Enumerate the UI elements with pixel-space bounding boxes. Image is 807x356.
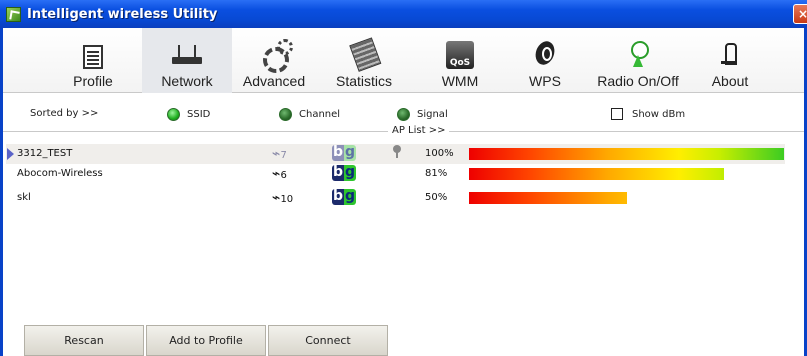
ap-signal-percent: 50%	[425, 192, 448, 203]
mode-b-icon: b	[332, 144, 344, 161]
ap-channel: ⌁6	[272, 166, 287, 182]
ap-ssid: skl	[17, 192, 31, 203]
radio-icon	[623, 39, 653, 69]
ap-channel: ⌁10	[272, 190, 293, 206]
ap-ssid: Abocom-Wireless	[17, 168, 103, 179]
app-logo-icon	[6, 6, 21, 22]
tab-advanced-label: Advanced	[242, 73, 306, 89]
show-dbm-checkbox[interactable]	[611, 108, 623, 120]
signal-bar	[469, 148, 784, 160]
tab-statistics[interactable]: Statistics	[324, 28, 404, 93]
signal-bar-fill	[469, 148, 784, 160]
tab-radio-on-off[interactable]: Radio On/Off	[588, 28, 688, 93]
statistics-icon	[345, 35, 383, 73]
sort-signal-option[interactable]: Signal	[397, 108, 448, 121]
advanced-icon	[259, 39, 293, 73]
sorted-by-label: Sorted by >>	[30, 108, 98, 119]
ap-mode-badge: bg	[332, 189, 356, 205]
about-icon	[715, 39, 745, 69]
signal-bar	[469, 192, 784, 204]
window-title: Intelligent wireless Utility	[27, 6, 218, 22]
ap-mode-badge: bg	[332, 165, 356, 181]
tab-statistics-label: Statistics	[335, 73, 392, 89]
ap-channel-value: 7	[280, 150, 287, 161]
ap-channel-value: 10	[280, 194, 294, 205]
mode-b-icon: b	[332, 164, 344, 181]
tab-network-label: Network	[161, 73, 213, 89]
mode-b-icon: b	[332, 188, 344, 205]
ap-list-label: AP List >>	[388, 125, 450, 136]
channel-radio-icon[interactable]	[279, 108, 292, 121]
sort-ssid-option[interactable]: SSID	[167, 108, 210, 121]
ap-ssid: 3312_TEST	[17, 148, 73, 159]
ap-channel-value: 6	[280, 170, 287, 181]
sort-bar: Sorted by >> SSID Channel Signal Show dB…	[3, 94, 804, 128]
sort-signal-label: Signal	[417, 109, 448, 120]
action-buttons: Rescan Add to Profile Connect	[24, 325, 390, 356]
tab-wmm[interactable]: WMM	[430, 28, 490, 93]
sorted-by-text: Sorted by >>	[30, 108, 99, 119]
show-dbm-option[interactable]: Show dBm	[611, 108, 685, 120]
toolbar: Profile Network Advanced Statistics WMM …	[3, 28, 804, 93]
connect-button[interactable]: Connect	[268, 325, 388, 356]
tab-about[interactable]: About	[700, 28, 760, 93]
mode-g-icon: g	[344, 144, 356, 161]
tab-network[interactable]: Network	[142, 28, 232, 93]
close-button[interactable]: ×	[793, 4, 807, 24]
utility-window: Intelligent wireless Utility × Profile N…	[0, 0, 807, 356]
show-dbm-label: Show dBm	[632, 108, 686, 120]
title-bar: Intelligent wireless Utility ×	[0, 0, 807, 28]
tab-wps-label: WPS	[529, 73, 561, 89]
mode-g-icon: g	[344, 164, 356, 181]
ssid-radio-icon[interactable]	[167, 108, 180, 121]
tab-radio-label: Radio On/Off	[597, 73, 679, 89]
ap-row[interactable]: Abocom-Wireless ⌁6 bg 81%	[6, 164, 785, 184]
security-key-icon	[393, 145, 401, 159]
signal-radio-icon[interactable]	[397, 108, 410, 121]
tab-wps[interactable]: WPS	[515, 28, 575, 93]
tab-wmm-label: WMM	[441, 73, 479, 89]
selected-arrow-icon	[7, 148, 14, 160]
add-to-profile-button[interactable]: Add to Profile	[146, 325, 266, 356]
profile-icon	[83, 45, 103, 69]
ap-signal-percent: 81%	[425, 168, 448, 179]
ap-row[interactable]: 3312_TEST ⌁7 bg 100%	[6, 144, 785, 164]
ap-mode-badge: bg	[332, 145, 356, 161]
tab-about-label: About	[711, 73, 749, 89]
ap-signal-percent: 100%	[425, 148, 454, 159]
network-panel: Sorted by >> SSID Channel Signal Show dB…	[3, 94, 804, 356]
network-icon	[172, 39, 202, 69]
signal-bar-fill	[469, 168, 724, 180]
ap-row[interactable]: skl ⌁10 bg 50%	[6, 188, 785, 208]
sort-ssid-label: SSID	[187, 109, 211, 120]
tab-advanced[interactable]: Advanced	[236, 28, 312, 93]
signal-bar	[469, 168, 784, 180]
wps-icon	[530, 39, 560, 69]
tab-profile[interactable]: Profile	[51, 28, 135, 93]
wmm-icon	[446, 41, 474, 69]
signal-bar-fill	[469, 192, 627, 204]
sort-channel-option[interactable]: Channel	[279, 108, 340, 121]
mode-g-icon: g	[344, 188, 356, 205]
rescan-button[interactable]: Rescan	[24, 325, 144, 356]
tab-profile-label: Profile	[73, 73, 113, 89]
sort-channel-label: Channel	[299, 109, 341, 120]
ap-channel: ⌁7	[272, 146, 287, 162]
